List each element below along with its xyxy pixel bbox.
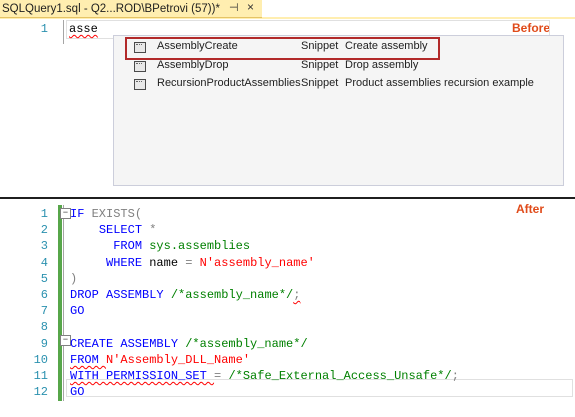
code-token: = — [185, 255, 200, 270]
snippet-icon — [134, 61, 146, 72]
line-number: 2 — [40, 223, 48, 238]
code-token: /*Safe_External_Access_Unsafe*/ — [228, 369, 452, 383]
code-line[interactable]: GO — [70, 385, 84, 399]
line-number: 5 — [40, 271, 48, 286]
code-line[interactable]: WITH PERMISSION_SET = /*Safe_External_Ac… — [70, 369, 459, 383]
completion-item-name: RecursionProductAssemblies — [157, 77, 301, 89]
line-number: 12 — [33, 385, 48, 400]
document-tab[interactable]: SQLQuery1.sql - Q2...ROD\BPetrovi (57))*… — [0, 0, 262, 18]
code-line[interactable]: WHERE name = N'assembly_name' — [70, 256, 315, 270]
code-token: WHERE — [106, 255, 150, 270]
line-number: 10 — [33, 352, 48, 367]
line-number: 4 — [40, 255, 48, 270]
close-tab-icon[interactable]: × — [247, 0, 254, 14]
code-token: N'assembly_name' — [199, 255, 315, 270]
code-token: GO — [70, 385, 85, 400]
code-line[interactable]: SELECT * — [70, 223, 157, 238]
code-token: DROP ASSEMBLY — [70, 288, 171, 302]
typed-text: asse — [69, 22, 98, 36]
code-token: ; — [451, 369, 459, 383]
line-number: 6 — [40, 288, 48, 302]
code-line-input[interactable]: asse — [69, 22, 98, 36]
code-token: /*assembly_name*/ — [170, 288, 294, 302]
after-editor-pane: After − − 1 2 3 4 5 6 7 8 9 10 11 12 IF EXISTS( SEL… — [0, 199, 575, 417]
code-token: * — [149, 223, 157, 238]
selected-item-highlight — [125, 37, 440, 60]
code-token: ) — [70, 271, 78, 286]
editor-gutter-line — [63, 205, 64, 401]
code-token: FROM — [70, 352, 107, 367]
document-tab-title: SQLQuery1.sql - Q2...ROD\BPetrovi (57))* — [2, 2, 220, 15]
code-line[interactable]: IF EXISTS( — [70, 207, 142, 221]
completion-item-desc: Drop assembly — [345, 59, 419, 71]
after-label: After — [516, 202, 545, 216]
code-token: sys.assemblies — [149, 239, 251, 254]
snippet-icon — [134, 79, 146, 90]
completion-item-recursionproductassemblies[interactable]: RecursionProductAssemblies Snippet Produ… — [114, 75, 563, 93]
code-line[interactable]: GO — [70, 304, 84, 318]
code-token: IF — [70, 207, 92, 221]
line-number: 11 — [33, 369, 48, 383]
completion-item-desc: Product assemblies recursion example — [345, 77, 534, 89]
line-number: 3 — [40, 239, 48, 254]
completion-item-name: AssemblyDrop — [157, 59, 229, 71]
code-token: N'Assembly_DLL_Name' — [106, 352, 251, 367]
line-number: 8 — [40, 320, 48, 335]
completion-item-kind: Snippet — [301, 77, 339, 89]
code-line[interactable]: CREATE ASSEMBLY /*assembly_name*/ — [70, 337, 308, 351]
completion-item-kind: Snippet — [301, 59, 339, 71]
code-token: EXISTS( — [91, 207, 143, 221]
code-token: SELECT — [98, 223, 150, 238]
before-editor-pane: SQLQuery1.sql - Q2...ROD\BPetrovi (57))*… — [0, 0, 575, 197]
change-tracking-bar — [58, 205, 62, 401]
code-token: = — [214, 369, 229, 383]
line-number: 7 — [40, 304, 48, 319]
code-token: GO — [70, 304, 85, 319]
editor-gutter-line — [63, 20, 64, 44]
line-number: 9 — [40, 336, 48, 351]
code-token: /*assembly_name*/ — [185, 336, 308, 351]
code-token: WITH PERMISSION_SET — [70, 369, 215, 383]
code-token: name — [149, 255, 186, 270]
code-token: FROM — [113, 239, 150, 254]
code-line[interactable]: DROP ASSEMBLY /*assembly_name*/; — [70, 288, 300, 302]
line-number: 1 — [40, 207, 48, 221]
code-line[interactable]: FROM N'Assembly_DLL_Name' — [70, 353, 250, 367]
code-token: CREATE ASSEMBLY — [70, 336, 186, 351]
code-token: ; — [293, 288, 301, 302]
code-line[interactable]: ) — [70, 272, 77, 286]
code-line[interactable]: FROM sys.assemblies — [70, 239, 250, 253]
line-number: 1 — [40, 22, 48, 36]
pin-icon[interactable]: ⊣ — [229, 1, 239, 14]
